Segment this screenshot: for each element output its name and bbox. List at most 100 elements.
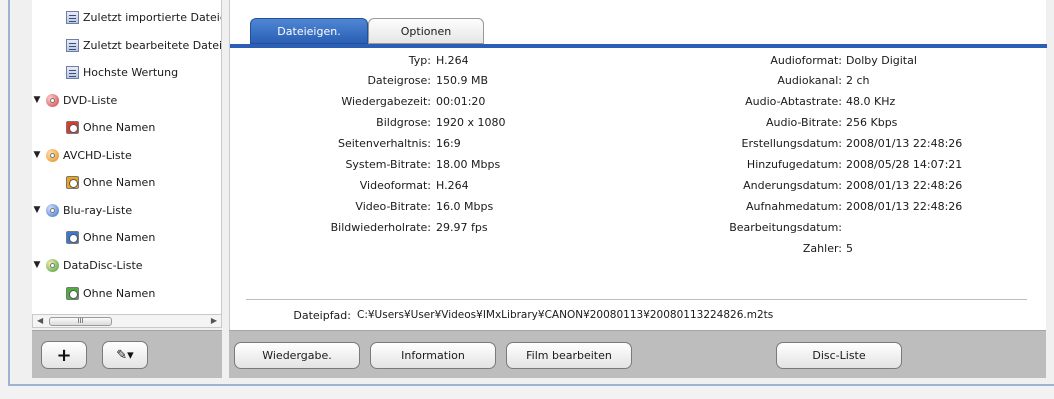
property-key: Audio-Abtastrate: bbox=[745, 95, 842, 108]
property-value: 2008/01/13 22:48:26 bbox=[846, 179, 963, 192]
property-key: Audioformat: bbox=[770, 54, 842, 67]
tree-item-label: AVCHD-Liste bbox=[63, 148, 132, 162]
property-key: Typ: bbox=[408, 54, 431, 67]
tree-item-avchd-unnamed[interactable]: Ohne Namen bbox=[66, 171, 155, 193]
property-key: Erstellungsdatum: bbox=[741, 137, 842, 150]
tree-item-recent-edited[interactable]: Zuletzt bearbeitete Dateien bbox=[66, 34, 222, 56]
property-value: 2008/01/13 22:48:26 bbox=[846, 200, 963, 213]
list-icon bbox=[66, 10, 79, 24]
tree-item-label: Ohne Namen bbox=[83, 175, 156, 189]
property-key: Audiokanal: bbox=[777, 74, 842, 87]
tree-item-label: Ohne Namen bbox=[83, 230, 156, 244]
property-key: Aufnahmedatum: bbox=[746, 200, 842, 213]
tab-underline bbox=[230, 44, 1047, 48]
property-key: Video-Bitrate: bbox=[355, 200, 431, 213]
tree-item-recent-imported[interactable]: Zuletzt importierte Dateien bbox=[66, 6, 222, 28]
library-tree: Zuletzt importierte Dateien Zuletzt bear… bbox=[32, 0, 222, 314]
property-value: 48.0 KHz bbox=[846, 95, 896, 108]
datadisc-icon bbox=[46, 258, 59, 272]
property-key: Bildgrose: bbox=[376, 116, 431, 129]
tree-item-datadisc-list[interactable]: ▼ DataDisc-Liste bbox=[32, 254, 143, 276]
property-key: Audio-Bitrate: bbox=[765, 116, 842, 129]
property-value: Dolby Digital bbox=[846, 54, 917, 67]
tree-item-label: Hochste Wertung bbox=[83, 65, 179, 79]
dvd-disc-icon bbox=[46, 93, 59, 107]
scroll-right-icon[interactable]: ▶ bbox=[211, 316, 217, 325]
tab-file-properties[interactable]: Dateieigen. bbox=[250, 18, 368, 44]
scroll-thumb[interactable]: III bbox=[49, 317, 112, 326]
button-label: Information bbox=[401, 349, 465, 362]
plus-icon: + bbox=[56, 344, 72, 366]
datadisc-item-icon bbox=[66, 286, 79, 300]
tree-item-label: Ohne Namen bbox=[83, 286, 156, 300]
expand-toggle-icon[interactable]: ▼ bbox=[32, 260, 42, 270]
app-window: Zuletzt importierte Dateien Zuletzt bear… bbox=[0, 0, 1054, 399]
tree-item-dvd-list[interactable]: ▼ DVD-Liste bbox=[32, 89, 117, 111]
avchd-item-icon bbox=[66, 175, 79, 189]
action-bar: Wiedergabe. Information Film bearbeiten … bbox=[229, 330, 1046, 378]
properties-panel: Dateieigen. Optionen Typ: H.264 Dateigro… bbox=[229, 0, 1047, 378]
property-value: 2 ch bbox=[846, 74, 870, 87]
property-value: 1920 x 1080 bbox=[436, 116, 506, 129]
property-key: Wiedergabezeit: bbox=[341, 95, 431, 108]
expand-toggle-icon[interactable]: ▼ bbox=[32, 95, 42, 105]
property-value: 16.0 Mbps bbox=[436, 200, 494, 213]
tab-options[interactable]: Optionen bbox=[368, 18, 484, 44]
tree-item-label: Zuletzt bearbeitete Dateien bbox=[83, 38, 222, 52]
bluray-disc-icon bbox=[46, 203, 59, 217]
property-value: 29.97 fps bbox=[436, 221, 488, 234]
add-button[interactable]: + bbox=[41, 341, 87, 369]
button-label: Wiedergabe. bbox=[262, 349, 332, 362]
tree-item-datadisc-unnamed[interactable]: Ohne Namen bbox=[66, 282, 155, 304]
information-button[interactable]: Information bbox=[370, 342, 496, 369]
edit-movie-button[interactable]: Film bearbeiten bbox=[506, 342, 632, 369]
tree-item-label: Zuletzt importierte Dateien bbox=[83, 10, 222, 24]
property-key: Seitenverhaltnis: bbox=[337, 137, 431, 150]
tree-item-bluray-list[interactable]: ▼ Blu-ray-Liste bbox=[32, 199, 132, 221]
property-value: 150.9 MB bbox=[436, 74, 489, 87]
disc-list-button[interactable]: Disc-Liste bbox=[776, 342, 902, 369]
property-value: 18.00 Mbps bbox=[436, 158, 501, 171]
property-key: System-Bitrate: bbox=[345, 158, 431, 171]
property-value: 5 bbox=[846, 242, 853, 255]
divider bbox=[246, 299, 1027, 300]
button-label: Disc-Liste bbox=[812, 349, 866, 362]
property-key: Videoformat: bbox=[359, 179, 431, 192]
property-value: 256 Kbps bbox=[846, 116, 898, 129]
list-icon bbox=[66, 38, 79, 52]
dvd-item-icon bbox=[66, 120, 79, 134]
tree-item-label: DVD-Liste bbox=[63, 93, 118, 107]
bluray-item-icon bbox=[66, 230, 79, 244]
property-value: 2008/05/28 14:07:21 bbox=[846, 158, 963, 171]
tree-item-label: Blu-ray-Liste bbox=[63, 203, 133, 217]
expand-toggle-icon[interactable]: ▼ bbox=[32, 150, 42, 160]
property-key: Zahler: bbox=[802, 242, 842, 255]
property-value: 16:9 bbox=[436, 137, 461, 150]
list-icon bbox=[66, 65, 79, 79]
play-button[interactable]: Wiedergabe. bbox=[234, 342, 360, 369]
tree-item-dvd-unnamed[interactable]: Ohne Namen bbox=[66, 116, 155, 138]
tools-menu-button[interactable]: ✎▾ bbox=[102, 341, 148, 369]
tree-horizontal-scrollbar[interactable]: ◀ III ▶ bbox=[32, 314, 222, 328]
property-value: 00:01:20 bbox=[436, 95, 486, 108]
property-key: Bildwiederholrate: bbox=[330, 221, 431, 234]
property-key: Dateigrose: bbox=[367, 74, 431, 87]
property-key: Hinzufugedatum: bbox=[746, 158, 842, 171]
scroll-left-icon[interactable]: ◀ bbox=[37, 316, 43, 325]
button-label: Film bearbeiten bbox=[526, 349, 612, 362]
tree-item-label: DataDisc-Liste bbox=[63, 258, 143, 272]
tree-item-avchd-list[interactable]: ▼ AVCHD-Liste bbox=[32, 144, 132, 166]
tree-item-bluray-unnamed[interactable]: Ohne Namen bbox=[66, 226, 155, 248]
property-value: H.264 bbox=[436, 54, 469, 67]
property-value: H.264 bbox=[436, 179, 469, 192]
filepath-label: Dateipfad: bbox=[293, 309, 351, 322]
tree-toolbar: + ✎▾ bbox=[32, 330, 222, 378]
wrench-icon: ✎▾ bbox=[116, 347, 134, 363]
tab-label: Dateieigen. bbox=[277, 24, 341, 38]
tree-item-top-rated[interactable]: Hochste Wertung bbox=[66, 61, 178, 83]
tree-item-label: Ohne Namen bbox=[83, 120, 156, 134]
avchd-disc-icon bbox=[46, 148, 59, 162]
property-key: Anderungsdatum: bbox=[743, 179, 842, 192]
property-value: 2008/01/13 22:48:26 bbox=[846, 137, 963, 150]
expand-toggle-icon[interactable]: ▼ bbox=[32, 205, 42, 215]
